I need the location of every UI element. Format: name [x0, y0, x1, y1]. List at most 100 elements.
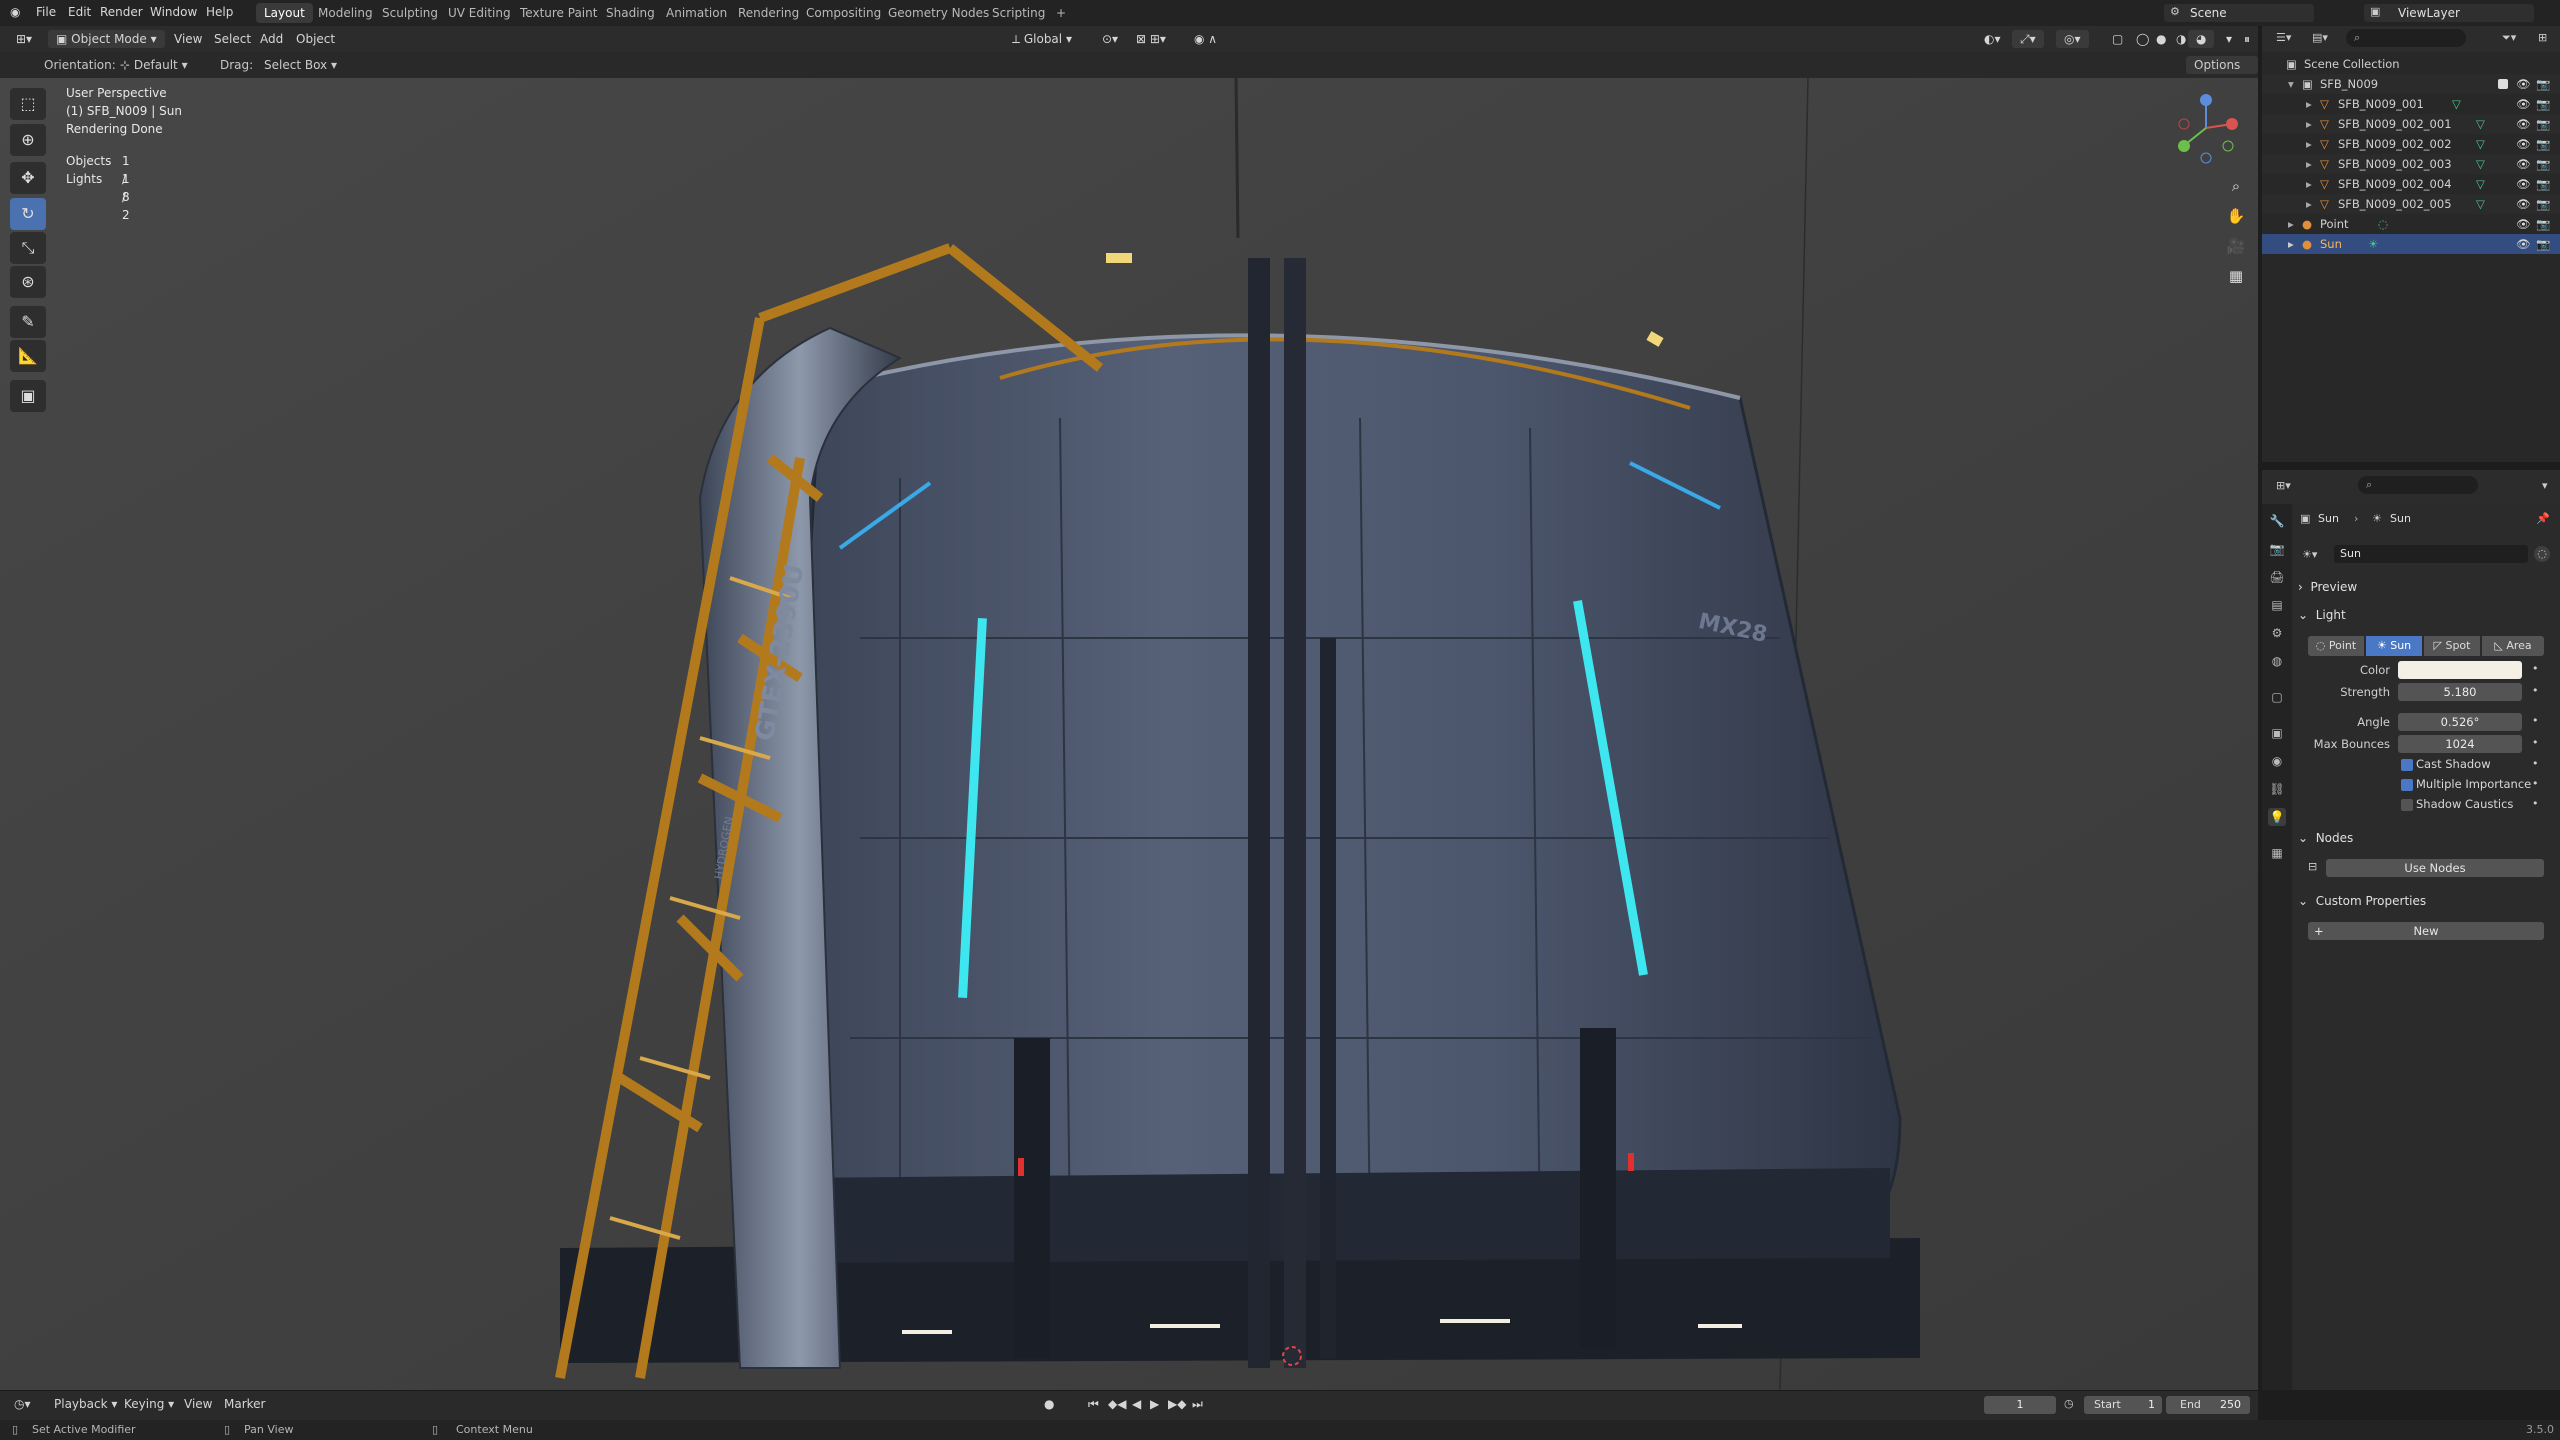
texture-tab-icon[interactable]: ▦: [2268, 844, 2286, 862]
add-cube-tool-icon[interactable]: ▣: [10, 380, 46, 412]
camera-icon[interactable]: 📷: [2536, 234, 2550, 254]
camera-view-icon[interactable]: 🎥: [2222, 232, 2250, 260]
menu-keying[interactable]: Keying ▾: [116, 1395, 182, 1413]
start-frame-field[interactable]: Start 1: [2084, 1396, 2162, 1414]
display-mode-icon[interactable]: ▤▾: [2312, 31, 2328, 44]
navigation-gizmo[interactable]: [2170, 88, 2240, 168]
view-layer-selector[interactable]: ▣ ViewLayer: [2364, 4, 2534, 22]
render-tab-icon[interactable]: 📷: [2268, 540, 2286, 558]
keyframe-dot-icon[interactable]: •: [2532, 757, 2539, 770]
camera-icon[interactable]: 📷: [2536, 134, 2550, 154]
outliner-item-point[interactable]: ▸ ● Point ◌ 👁 📷: [2262, 214, 2560, 234]
drag-selector[interactable]: Select Box ▾: [256, 56, 345, 74]
outliner-item-sun[interactable]: ▸ ● Sun ☀ 👁 📷: [2262, 234, 2560, 254]
timeline-editor-icon[interactable]: ◷▾: [6, 1395, 39, 1413]
new-collection-icon[interactable]: ⊞: [2538, 31, 2547, 44]
keyframe-dot-icon[interactable]: •: [2532, 736, 2539, 749]
3d-viewport[interactable]: GTEX-2390U HYDROGEN MX28 User Perspectiv…: [0, 78, 2258, 1390]
keyframe-dot-icon[interactable]: •: [2532, 777, 2539, 790]
eye-icon[interactable]: 👁: [2516, 194, 2531, 214]
chevron-right-icon[interactable]: ▸: [2288, 234, 2294, 254]
eye-icon[interactable]: 👁: [2516, 214, 2531, 234]
tab-texture-paint[interactable]: Texture Paint: [512, 3, 605, 23]
light-type-spot[interactable]: ◸ Spot: [2424, 636, 2480, 656]
current-frame-field[interactable]: 1: [1984, 1396, 2056, 1414]
keyframe-dot-icon[interactable]: •: [2532, 684, 2539, 697]
light-type-point[interactable]: ◌ Point: [2308, 636, 2364, 656]
camera-icon[interactable]: 📷: [2536, 94, 2550, 114]
strength-field[interactable]: 5.180: [2398, 683, 2522, 701]
gizmo-neg-x-icon[interactable]: [2178, 118, 2190, 130]
end-frame-field[interactable]: End 250: [2166, 1396, 2250, 1414]
exclude-checkbox[interactable]: [2498, 79, 2508, 89]
add-workspace-button[interactable]: +: [1048, 3, 1074, 23]
tab-animation[interactable]: Animation: [658, 3, 735, 23]
annotate-tool-icon[interactable]: ✎: [10, 306, 46, 338]
panel-custom-properties[interactable]: ⌄ Custom Properties: [2298, 890, 2544, 912]
clock-icon[interactable]: ◷: [2064, 1397, 2074, 1410]
filter-icon[interactable]: ⏷▾: [2502, 31, 2516, 45]
object-tab-icon[interactable]: ▣: [2268, 724, 2286, 742]
eye-icon[interactable]: 👁: [2516, 114, 2531, 134]
chevron-right-icon[interactable]: ▸: [2306, 134, 2312, 154]
new-property-button[interactable]: + New: [2308, 922, 2544, 940]
chevron-right-icon[interactable]: ▸: [2306, 114, 2312, 134]
menu-marker[interactable]: Marker: [216, 1395, 273, 1413]
menu-view[interactable]: View: [166, 30, 210, 48]
eye-icon[interactable]: 👁: [2516, 134, 2531, 154]
panel-light[interactable]: ⌄ Light: [2298, 604, 2544, 626]
tab-uv-editing[interactable]: UV Editing: [440, 3, 519, 23]
move-tool-icon[interactable]: ✥: [10, 162, 46, 194]
tab-modeling[interactable]: Modeling: [310, 3, 381, 23]
breadcrumb-object[interactable]: Sun: [2318, 512, 2339, 525]
jump-end-icon[interactable]: ⏭: [1184, 1395, 1211, 1413]
outliner-item[interactable]: ▸ ▽ SFB_N009_002_003 ▽ 👁 📷: [2262, 154, 2560, 174]
editor-type-icon[interactable]: ⊞▾: [8, 30, 40, 48]
properties-editor-icon[interactable]: ⊞▾: [2276, 479, 2291, 492]
camera-icon[interactable]: 📷: [2536, 174, 2550, 194]
overlay-toggle-icon[interactable]: ◎▾: [2056, 30, 2089, 48]
physics-tab-icon[interactable]: ◉: [2268, 752, 2286, 770]
outliner-editor-icon[interactable]: ☰▾: [2276, 31, 2291, 44]
transform-tool-icon[interactable]: ⊛: [10, 266, 46, 298]
chevron-down-icon[interactable]: ▾: [2288, 74, 2294, 94]
tab-rendering[interactable]: Rendering: [730, 3, 807, 23]
chevron-right-icon[interactable]: ▸: [2306, 154, 2312, 174]
chevron-right-icon[interactable]: ▸: [2288, 214, 2294, 234]
collection-tab-icon[interactable]: ▢: [2268, 688, 2286, 706]
fake-user-icon[interactable]: ◌: [2534, 546, 2550, 562]
menu-help[interactable]: Help: [206, 5, 233, 19]
color-swatch[interactable]: [2398, 661, 2522, 679]
zoom-icon[interactable]: ⌕: [2222, 172, 2250, 200]
eye-icon[interactable]: 👁: [2516, 94, 2531, 114]
tab-layout[interactable]: Layout: [256, 3, 313, 23]
camera-icon[interactable]: 📷: [2536, 214, 2550, 234]
sidebar-toggle-icon[interactable]: ⏸: [2236, 30, 2258, 48]
scene-tab-icon[interactable]: ⚙: [2268, 624, 2286, 642]
transform-orientation-selector[interactable]: ⟂ Global ▾: [1004, 30, 1080, 48]
use-nodes-button[interactable]: Use Nodes: [2326, 859, 2544, 877]
gizmo-neg-y-icon[interactable]: [2222, 140, 2234, 152]
camera-icon[interactable]: 📷: [2536, 194, 2550, 214]
pivot-point-icon[interactable]: ⊙▾: [1094, 30, 1126, 48]
cast-shadow-checkbox[interactable]: [2401, 759, 2413, 771]
tool-tab-icon[interactable]: 🔧: [2268, 512, 2286, 530]
gizmo-y-icon[interactable]: [2178, 140, 2190, 152]
chevron-down-icon[interactable]: ▾: [2542, 479, 2548, 492]
world-tab-icon[interactable]: ◍: [2268, 652, 2286, 670]
light-type-sun[interactable]: ☀ Sun: [2366, 636, 2422, 656]
gizmo-z-icon[interactable]: [2200, 94, 2212, 106]
orientation-selector[interactable]: ⊹ Default ▾: [112, 56, 196, 74]
tab-compositing[interactable]: Compositing: [798, 3, 889, 23]
camera-icon[interactable]: 📷: [2536, 114, 2550, 134]
eye-icon[interactable]: 👁: [2516, 174, 2531, 194]
menu-edit[interactable]: Edit: [68, 5, 91, 19]
gizmo-toggle-icon[interactable]: ⤢▾: [2012, 30, 2044, 48]
measure-tool-icon[interactable]: 📐: [10, 340, 46, 372]
chevron-right-icon[interactable]: ▸: [2306, 174, 2312, 194]
outliner-item[interactable]: ▸ ▽ SFB_N009_001 ▽ 👁 📷: [2262, 94, 2560, 114]
max-bounces-field[interactable]: 1024: [2398, 735, 2522, 753]
menu-window[interactable]: Window: [150, 5, 197, 19]
scene-selector[interactable]: ⚙ Scene: [2164, 4, 2314, 22]
tab-sculpting[interactable]: Sculpting: [374, 3, 446, 23]
